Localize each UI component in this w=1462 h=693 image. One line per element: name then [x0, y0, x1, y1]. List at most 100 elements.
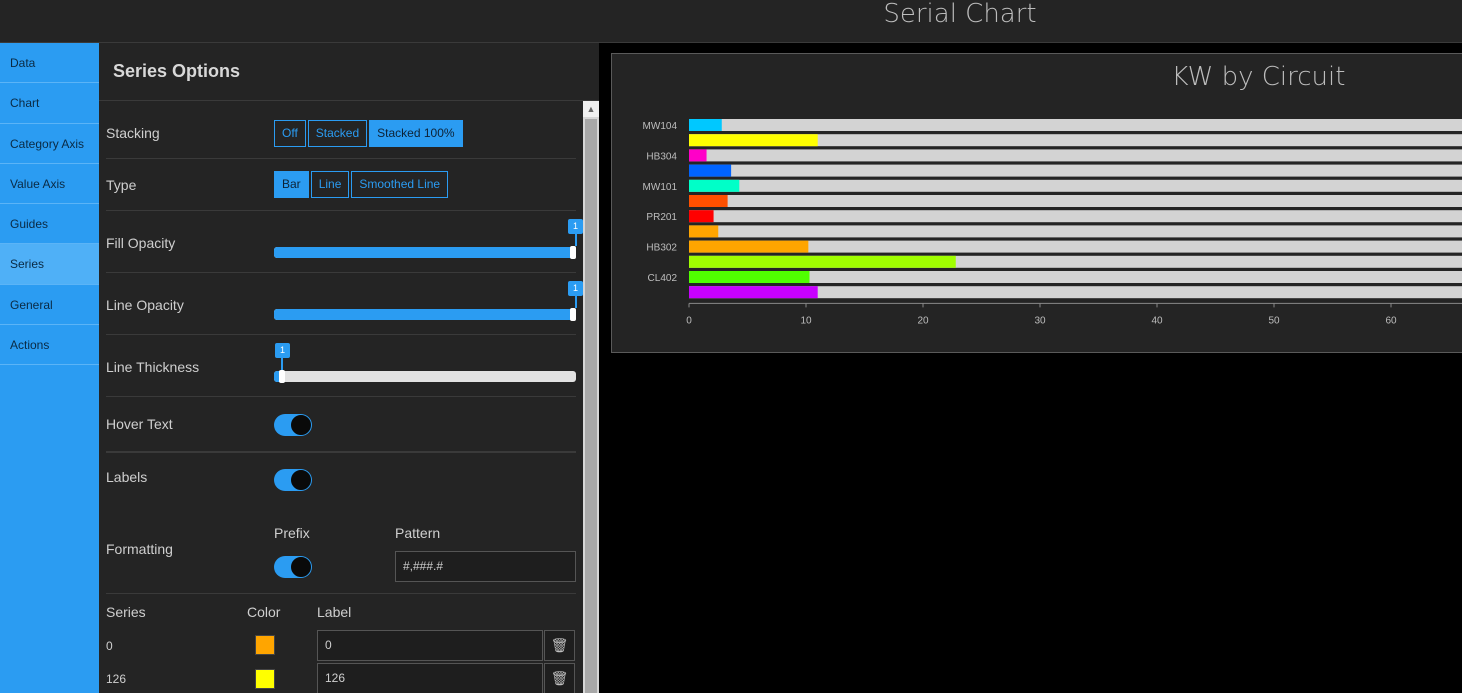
slider-tip-line [575, 296, 577, 308]
line-opacity-label: Line Opacity [106, 297, 184, 313]
category-label: CL402 [648, 273, 678, 284]
settings-nav: Data Chart Category Axis Value Axis Guid… [0, 43, 99, 693]
bar-track [689, 119, 1462, 131]
color-column-header: Color [247, 604, 281, 620]
bar [689, 149, 707, 162]
app-window: Serial Chart Data Chart Category Axis Va… [0, 0, 1462, 693]
nav-item-chart[interactable]: Chart [0, 83, 99, 124]
bar [689, 271, 810, 283]
bar [689, 119, 722, 131]
slider-handle[interactable] [570, 246, 576, 259]
slider-value-tip: 1 [568, 281, 583, 296]
bar [689, 286, 818, 299]
slider-tip-line [575, 234, 577, 246]
x-tick-label: 0 [686, 315, 692, 326]
slider-tip-line [281, 358, 283, 370]
trash-icon[interactable]: 🗑 [544, 663, 575, 693]
slider-value-tip: 1 [568, 219, 583, 234]
pattern-input[interactable]: #,###.# [395, 551, 576, 582]
category-label: MW101 [643, 182, 678, 193]
app-header: Serial Chart [0, 0, 1462, 43]
category-label: PR201 [646, 212, 677, 223]
nav-item-value-axis[interactable]: Value Axis [0, 164, 99, 205]
slider-value-tip: 1 [275, 343, 290, 358]
bar [689, 134, 818, 147]
panel-title: Series Options [113, 61, 241, 81]
bar [689, 255, 956, 268]
x-tick-label: 20 [917, 315, 929, 326]
hover-text-row: Hover Text [106, 397, 576, 452]
bar [689, 164, 732, 177]
prefix-toggle[interactable] [274, 556, 312, 578]
nav-item-category-axis[interactable]: Category Axis [0, 124, 99, 164]
hover-text-label: Hover Text [106, 416, 173, 432]
series-color-swatch[interactable] [255, 669, 275, 689]
bar-track [689, 179, 1462, 192]
bar-track [689, 149, 1462, 162]
bar [689, 240, 809, 253]
nav-item-actions[interactable]: Actions [0, 325, 99, 366]
divider [106, 452, 576, 453]
stacking-options: Off Stacked Stacked 100% [274, 120, 465, 147]
toggle-knob [291, 557, 311, 577]
line-thickness-row: Line Thickness 1 [106, 335, 576, 397]
bar [689, 210, 714, 223]
nav-item-general[interactable]: General [0, 285, 99, 326]
fill-opacity-slider[interactable]: 1 [274, 219, 583, 259]
line-thickness-slider[interactable]: 1 [274, 343, 576, 383]
x-tick-label: 60 [1385, 315, 1397, 326]
type-options: Bar Line Smoothed Line [274, 171, 450, 198]
type-row: Type Bar Line Smoothed Line [106, 159, 576, 211]
scrollbar-thumb[interactable] [585, 119, 597, 693]
labels-toggle[interactable] [274, 469, 312, 491]
series-row-name: 126 [106, 672, 127, 686]
bar [689, 225, 719, 238]
stacking-label: Stacking [106, 125, 160, 141]
bar-track [689, 195, 1462, 207]
panel-scrollbar[interactable]: ▲ [583, 101, 599, 693]
stacking-off-button[interactable]: Off [274, 120, 306, 147]
scroll-up-icon[interactable]: ▲ [583, 101, 599, 117]
line-opacity-slider[interactable]: 1 [274, 281, 583, 321]
slider-handle[interactable] [279, 370, 285, 383]
bar-track [689, 164, 1462, 177]
series-options-panel: Series Options ▲ Stacking Off Stacked St… [99, 43, 599, 693]
page-title: Serial Chart [883, 0, 1037, 29]
category-label: MW104 [643, 121, 678, 132]
hover-text-toggle[interactable] [274, 414, 312, 436]
bar-track [689, 210, 1462, 223]
slider-handle[interactable] [570, 308, 576, 321]
slider-fill [274, 309, 576, 320]
type-smoothed-line-button[interactable]: Smoothed Line [351, 171, 449, 198]
formatting-label: Formatting [106, 541, 173, 557]
line-opacity-row: Line Opacity 1 [106, 273, 583, 335]
category-label: HB304 [646, 151, 677, 162]
stacking-row: Stacking Off Stacked Stacked 100% [106, 101, 576, 159]
nav-item-guides[interactable]: Guides [0, 204, 99, 245]
chart-preview-area: KW by Circuit MW104 HB304 MW101 PR201 HB302 C… [599, 43, 1462, 693]
bar [689, 195, 728, 207]
x-tick-label: 40 [1151, 315, 1163, 326]
type-line-button[interactable]: Line [310, 171, 350, 198]
label-column-header: Label [317, 604, 352, 620]
series-label-input[interactable]: 0 [317, 630, 543, 661]
pattern-label: Pattern [395, 525, 441, 541]
nav-item-series[interactable]: Series [0, 244, 99, 285]
formatting-row: Formatting Prefix Pattern #,###.# [106, 507, 576, 594]
stacking-100-button[interactable]: Stacked 100% [369, 120, 463, 147]
nav-item-data[interactable]: Data [0, 43, 99, 84]
x-tick-label: 30 [1034, 315, 1046, 326]
x-tick-label: 50 [1268, 315, 1280, 326]
series-color-swatch[interactable] [255, 635, 275, 655]
stacking-stacked-button[interactable]: Stacked [307, 120, 368, 147]
line-thickness-label: Line Thickness [106, 359, 200, 375]
labels-label: Labels [106, 469, 148, 485]
x-tick-label: 10 [800, 315, 812, 326]
type-bar-button[interactable]: Bar [274, 171, 309, 198]
chart-card: KW by Circuit MW104 HB304 MW101 PR201 HB302 C… [611, 53, 1462, 353]
trash-icon[interactable]: 🗑 [544, 630, 575, 661]
bar [689, 179, 740, 192]
panel-header: Series Options [99, 43, 599, 101]
series-row-name: 0 [106, 639, 113, 653]
series-label-input[interactable]: 126 [317, 663, 543, 693]
